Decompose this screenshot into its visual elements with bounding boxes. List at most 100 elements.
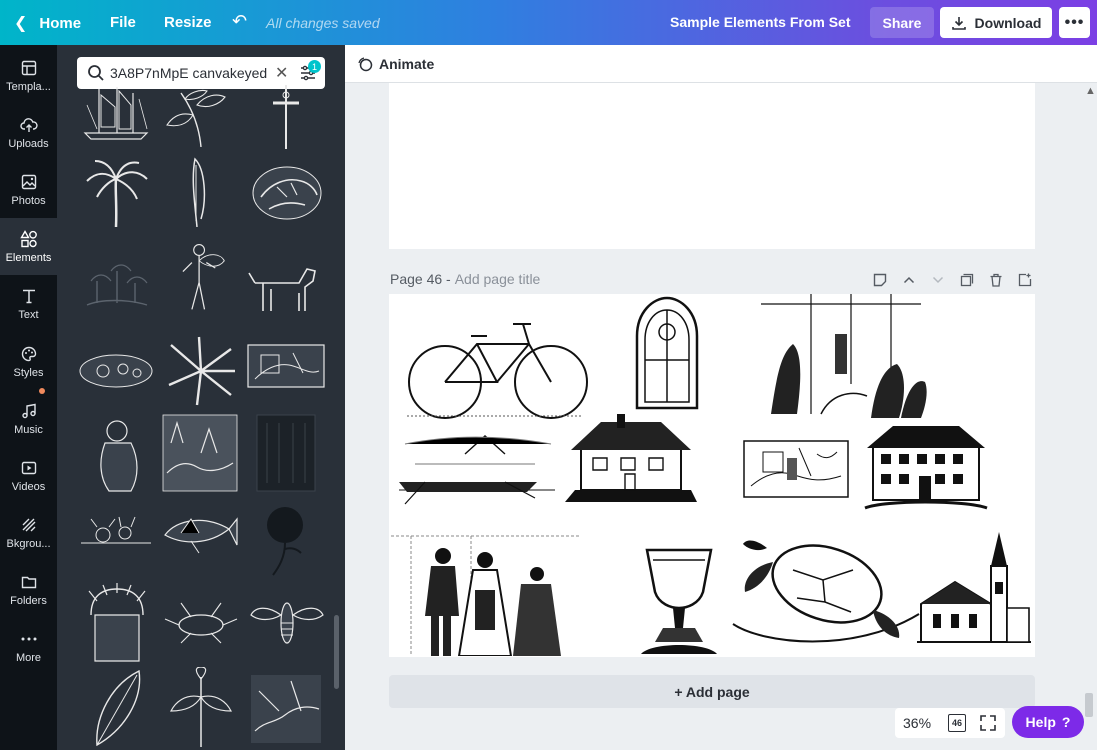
element-fairy-figure[interactable]	[161, 241, 239, 313]
duplicate-page-icon[interactable]	[958, 271, 975, 288]
left-rail: Templa... Uploads Photos Elements Text S…	[0, 45, 57, 750]
mansion-illustration[interactable]	[863, 418, 989, 512]
rail-item-music[interactable]: Music	[0, 390, 57, 447]
rail-label: Videos	[11, 480, 46, 493]
photos-icon	[20, 173, 38, 191]
more-options-button[interactable]: •••	[1059, 7, 1090, 38]
move-page-up-icon[interactable]	[900, 271, 917, 288]
page-notes-icon[interactable]	[871, 271, 888, 288]
search-input[interactable]	[110, 62, 270, 84]
element-leaves-cluster[interactable]	[161, 335, 239, 407]
element-fish[interactable]	[161, 507, 239, 561]
undo-icon[interactable]: ↶	[232, 11, 247, 32]
rail-item-uploads[interactable]: Uploads	[0, 104, 57, 161]
download-label: Download	[974, 14, 1042, 31]
styles-notification-dot	[39, 388, 45, 394]
animate-button[interactable]: Animate	[379, 56, 434, 72]
element-bird-illustration[interactable]	[247, 157, 325, 229]
page-title-input[interactable]: Add page title	[455, 271, 541, 287]
rail-item-background[interactable]: Bkgrou...	[0, 504, 57, 561]
previous-page[interactable]	[389, 83, 1035, 249]
download-button[interactable]: Download	[940, 7, 1052, 38]
rail-item-elements[interactable]: Elements	[0, 218, 57, 275]
rail-label: Folders	[10, 594, 47, 607]
current-page[interactable]	[389, 294, 1035, 657]
rail-label: Bkgrou...	[6, 537, 51, 550]
zoom-level[interactable]: 36%	[903, 715, 931, 731]
chevron-left-icon: ❮	[14, 15, 28, 32]
boat-scene-illustration[interactable]	[395, 424, 557, 508]
element-palm-tree[interactable]	[77, 155, 155, 228]
rail-label: Photos	[11, 194, 46, 207]
scroll-up-icon[interactable]: ▲	[1085, 85, 1096, 97]
canvas-scrollbar[interactable]: ▲	[1082, 85, 1096, 745]
rail-label: More	[15, 651, 42, 664]
rail-item-more[interactable]: More	[0, 618, 57, 675]
share-button[interactable]: Share	[870, 7, 934, 38]
more-icon	[20, 630, 38, 648]
element-leaf[interactable]	[77, 667, 155, 747]
file-menu[interactable]: File	[110, 14, 136, 31]
filter-count-badge: 1	[308, 60, 321, 73]
rail-item-photos[interactable]: Photos	[0, 161, 57, 218]
fullscreen-icon[interactable]	[979, 714, 997, 732]
add-page-after-icon[interactable]	[1016, 271, 1033, 288]
village-family-illustration[interactable]	[391, 530, 579, 656]
rail-item-folders[interactable]: Folders	[0, 561, 57, 618]
rail-label: Styles	[13, 366, 44, 379]
element-sailing-ship[interactable]	[77, 85, 155, 141]
rail-label: Uploads	[8, 137, 49, 150]
rail-item-videos[interactable]: Videos	[0, 447, 57, 504]
resize-button[interactable]: Resize	[164, 14, 212, 31]
rail-item-templates[interactable]: Templa...	[0, 47, 57, 104]
text-icon	[20, 287, 38, 305]
chalice-illustration[interactable]	[633, 546, 725, 657]
delete-page-icon[interactable]	[987, 271, 1004, 288]
element-insects[interactable]	[77, 507, 155, 557]
home-button[interactable]: ❮ Home	[14, 13, 81, 33]
bicycle-illustration[interactable]	[397, 304, 593, 420]
element-dark-panel[interactable]	[253, 413, 319, 493]
design-title[interactable]: Sample Elements From Set	[670, 14, 851, 30]
music-icon	[20, 402, 38, 420]
element-garden-scene[interactable]	[77, 245, 155, 317]
background-icon	[20, 516, 38, 534]
move-page-down-icon[interactable]	[929, 271, 946, 288]
element-dark-engraving[interactable]	[247, 671, 325, 747]
search-icon	[88, 65, 104, 81]
clear-search-icon[interactable]: ✕	[275, 63, 288, 83]
element-feather[interactable]	[161, 155, 239, 228]
element-beetle[interactable]	[161, 595, 239, 649]
element-leaf-branch[interactable]	[161, 666, 239, 747]
element-seated-figure[interactable]	[77, 413, 155, 497]
element-shells[interactable]	[77, 335, 155, 407]
element-flower-branch[interactable]	[161, 85, 239, 148]
rail-label: Text	[18, 308, 39, 321]
elements-icon	[19, 229, 38, 248]
rail-item-text[interactable]: Text	[0, 275, 57, 332]
sea-turtle-illustration[interactable]	[723, 514, 925, 656]
element-forest-engraving[interactable]	[161, 413, 239, 493]
canvas-area: Animate Page 46 - Add page title + Add p…	[345, 45, 1097, 750]
help-button[interactable]: Help ?	[1012, 706, 1084, 738]
add-page-button[interactable]: + Add page	[389, 675, 1035, 708]
element-sea-anemone[interactable]	[77, 581, 155, 665]
framed-engraving-illustration[interactable]	[743, 440, 849, 498]
help-label: Help	[1025, 714, 1056, 730]
gothic-window-illustration[interactable]	[633, 296, 701, 410]
rail-label: Elements	[5, 251, 52, 264]
church-illustration[interactable]	[915, 530, 1033, 644]
page-count-button[interactable]: 46	[948, 714, 966, 732]
element-wasp[interactable]	[247, 593, 325, 651]
element-dark-rose[interactable]	[253, 499, 319, 579]
panel-scrollbar[interactable]	[334, 615, 339, 689]
street-scene-illustration[interactable]	[751, 294, 933, 424]
element-sword[interactable]	[247, 85, 325, 151]
rail-item-styles[interactable]: Styles	[0, 333, 57, 390]
elements-panel: ✕ 1	[57, 45, 345, 750]
animate-icon	[358, 57, 373, 72]
house-illustration[interactable]	[561, 412, 701, 504]
element-engraved-scene[interactable]	[247, 343, 325, 389]
canvas-scroll-thumb[interactable]	[1085, 693, 1093, 717]
element-dog[interactable]	[247, 253, 325, 325]
